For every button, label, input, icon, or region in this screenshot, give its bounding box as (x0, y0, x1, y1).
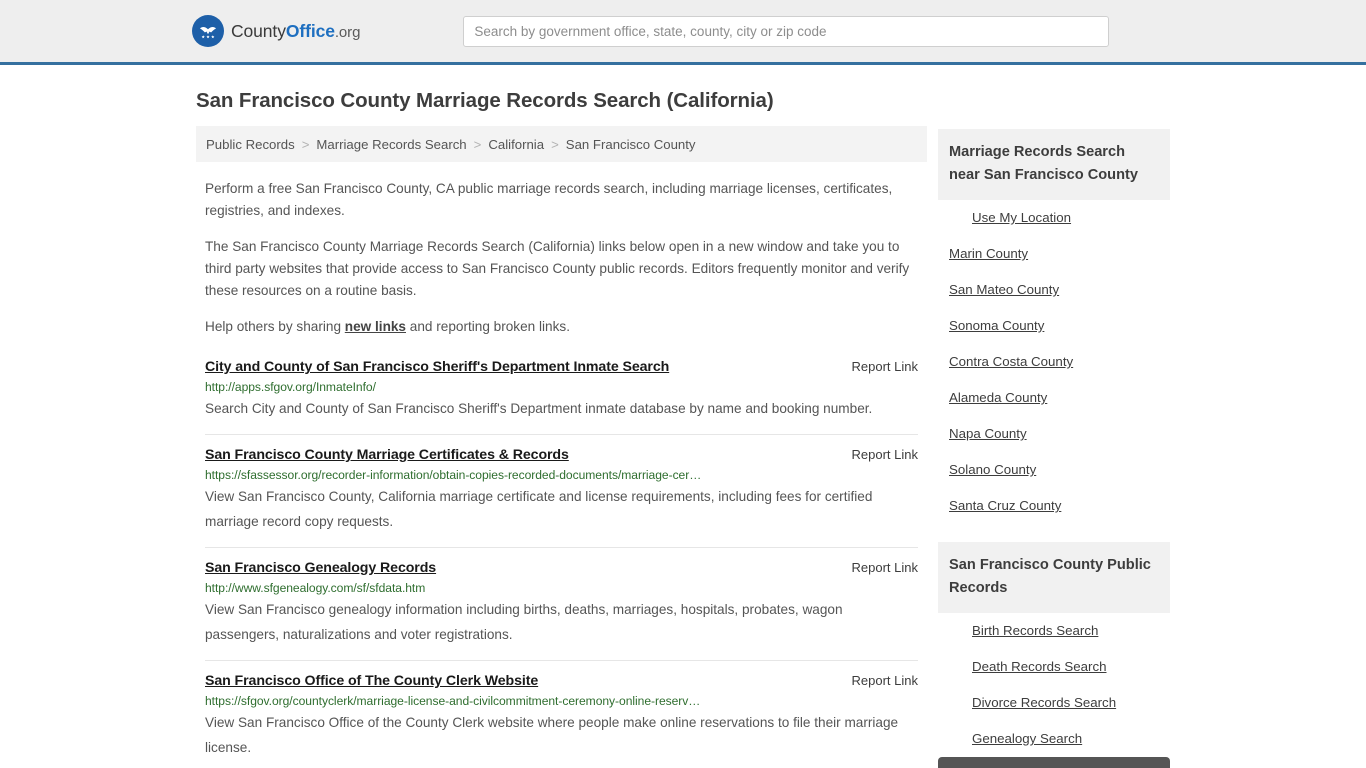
report-link-button[interactable]: Report Link (852, 560, 918, 575)
sidebar-record-item-marriage-records-search[interactable]: Marriage Records Search (938, 757, 1170, 768)
result-description: View San Francisco County, California ma… (205, 489, 873, 529)
result-header: San Francisco Genealogy Records Report Li… (205, 560, 918, 576)
sidebar-record-item-death-records-search[interactable]: Death Records Search (938, 649, 1170, 685)
result-url: http://apps.sfgov.org/InmateInfo/ (205, 380, 376, 394)
breadcrumb: Public Records > Marriage Records Search > C… (196, 126, 927, 162)
list-item: Marriage Records Search (938, 757, 1170, 768)
search-container (463, 15, 1110, 47)
intro-text: Perform a free San Francisco County, CA … (196, 178, 927, 338)
report-link-button[interactable]: Report Link (852, 359, 918, 374)
results-list: City and County of San Francisco Sheriff… (196, 355, 927, 768)
sidebar-record-item-divorce-records-search[interactable]: Divorce Records Search (938, 685, 1170, 721)
result-description: View San Francisco Office of the County … (205, 715, 899, 755)
sidebar-nearby-item-marin-county[interactable]: Marin County (938, 236, 1170, 272)
sidebar-record-item-birth-records-search[interactable]: Birth Records Search (938, 613, 1170, 649)
result-item: San Francisco Office of The County Clerk… (205, 660, 918, 768)
page-title: San Francisco County Marriage Records Se… (196, 89, 774, 112)
sidebar-public-records-box: San Francisco County Public Records Birt… (938, 542, 1170, 768)
list-item: Birth Records Search (938, 613, 1170, 649)
breadcrumb-item-4[interactable]: San Francisco County (566, 137, 696, 152)
brand-part-tld: .org (334, 23, 361, 41)
main-column: Public Records > Marriage Records Search > C… (196, 126, 927, 768)
result-description: View San Francisco genealogy information… (205, 602, 843, 642)
list-item: Divorce Records Search (938, 685, 1170, 721)
result-header: San Francisco County Marriage Certificat… (205, 447, 918, 463)
breadcrumb-separator: > (301, 136, 310, 152)
breadcrumb-separator: > (473, 136, 482, 152)
sidebar-public-records-heading: San Francisco County Public Records (938, 542, 1170, 613)
intro-paragraph-3: Help others by sharing new links and rep… (196, 316, 927, 338)
sidebar-nearby-item-san-mateo-county[interactable]: San Mateo County (938, 272, 1170, 308)
result-header: City and County of San Francisco Sheriff… (205, 359, 918, 375)
list-item: Death Records Search (938, 649, 1170, 685)
brand-part-office: Office (285, 20, 335, 41)
result-description: Search City and County of San Francisco … (205, 401, 873, 416)
list-item: Contra Costa County (938, 344, 1170, 380)
breadcrumb-item-2[interactable]: Marriage Records Search (316, 137, 466, 152)
sidebar: Marriage Records Search near San Francis… (938, 129, 1170, 768)
list-item: Alameda County (938, 380, 1170, 416)
sidebar-nearby-item-alameda-county[interactable]: Alameda County (938, 380, 1170, 416)
intro-paragraph-2: The San Francisco County Marriage Record… (205, 239, 910, 298)
sidebar-record-item-genealogy-search[interactable]: Genealogy Search (938, 721, 1170, 757)
list-item: Solano County (938, 452, 1170, 488)
sidebar-nearby-item-solano-county[interactable]: Solano County (938, 452, 1170, 488)
report-link-button[interactable]: Report Link (852, 673, 918, 688)
sidebar-nearby-item-sonoma-county[interactable]: Sonoma County (938, 308, 1170, 344)
content-container: San Francisco County Marriage Records Se… (196, 89, 1182, 768)
new-links-link[interactable]: new links (345, 319, 406, 334)
search-input[interactable] (463, 15, 1110, 47)
list-item: Santa Cruz County (938, 488, 1170, 524)
breadcrumb-item-1[interactable]: Public Records (206, 137, 295, 152)
report-link-button[interactable]: Report Link (852, 447, 918, 462)
result-header: San Francisco Office of The County Clerk… (205, 673, 918, 689)
result-item: San Francisco County Marriage Certificat… (205, 434, 918, 547)
intro-paragraph-1: Perform a free San Francisco County, CA … (205, 181, 893, 218)
sidebar-nearby-item-use-my-location[interactable]: Use My Location (938, 200, 1170, 236)
result-item: City and County of San Francisco Sheriff… (205, 355, 918, 434)
sidebar-public-records-list: Birth Records Search Death Records Search… (938, 613, 1170, 768)
result-url: https://sfassessor.org/recorder-informat… (205, 468, 702, 482)
intro-p3-before: Help others by sharing (205, 319, 345, 334)
site-logo[interactable]: CountyOffice.org (192, 15, 360, 47)
result-title-link[interactable]: San Francisco Office of The County Clerk… (205, 673, 538, 689)
sidebar-nearby-item-napa-county[interactable]: Napa County (938, 416, 1170, 452)
list-item: San Mateo County (938, 272, 1170, 308)
result-item: San Francisco Genealogy Records Report Li… (205, 547, 918, 660)
page-body: San Francisco County Marriage Records Se… (0, 89, 1366, 768)
intro-p3-after: and reporting broken links. (406, 319, 570, 334)
sidebar-nearby-heading: Marriage Records Search near San Francis… (938, 129, 1170, 200)
breadcrumb-item-3[interactable]: California (488, 137, 544, 152)
result-url: http://www.sfgenealogy.com/sf/sfdata.htm (205, 581, 426, 595)
list-item: Use My Location (938, 200, 1170, 236)
list-item: Sonoma County (938, 308, 1170, 344)
result-title-link[interactable]: San Francisco County Marriage Certificat… (205, 447, 569, 463)
sidebar-nearby-item-contra-costa-county[interactable]: Contra Costa County (938, 344, 1170, 380)
eagle-seal-icon (192, 15, 224, 47)
sidebar-nearby-box: Marriage Records Search near San Francis… (938, 129, 1170, 524)
brand-part-county: County (231, 20, 286, 41)
brand-wordmark: CountyOffice.org (231, 21, 360, 42)
list-item: Marin County (938, 236, 1170, 272)
result-title-link[interactable]: City and County of San Francisco Sheriff… (205, 359, 669, 375)
breadcrumb-separator: > (551, 136, 559, 152)
sidebar-nearby-list: Use My Location Marin County San Mateo Cou… (938, 200, 1170, 524)
list-item: Genealogy Search (938, 721, 1170, 757)
content-columns: Public Records > Marriage Records Search > C… (196, 126, 1182, 768)
result-title-link[interactable]: San Francisco Genealogy Records (205, 560, 436, 576)
site-header: CountyOffice.org (0, 0, 1366, 65)
result-url: https://sfgov.org/countyclerk/marriage-l… (205, 694, 701, 708)
list-item: Napa County (938, 416, 1170, 452)
sidebar-nearby-item-santa-cruz-county[interactable]: Santa Cruz County (938, 488, 1170, 524)
